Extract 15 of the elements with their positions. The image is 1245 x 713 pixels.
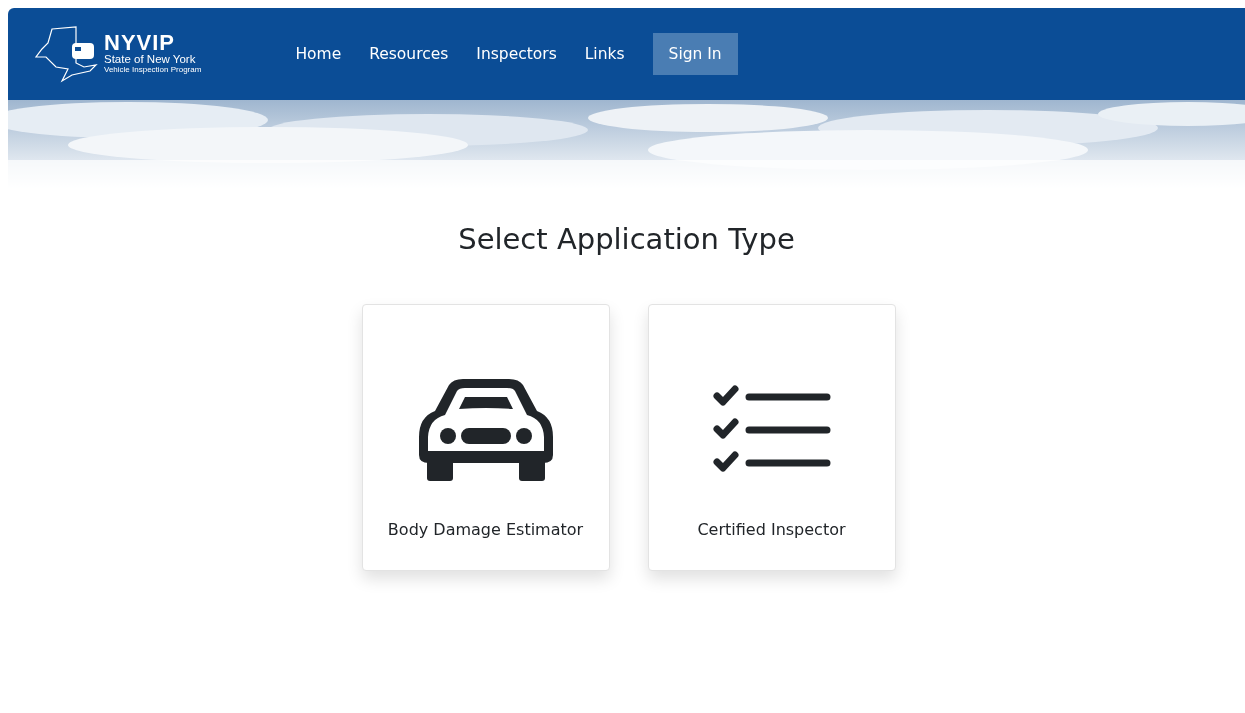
car-icon bbox=[418, 379, 553, 481]
nav-link[interactable]: Inspectors bbox=[462, 33, 571, 75]
logo-tagline: Vehicle Inspection Program bbox=[104, 65, 202, 75]
application-card[interactable]: Certified Inspector bbox=[647, 304, 896, 571]
sign-in-button[interactable]: Sign In bbox=[652, 33, 738, 75]
nav-link[interactable]: Home bbox=[281, 33, 356, 75]
application-card[interactable]: Body Damage Estimator bbox=[361, 304, 610, 571]
nav-link[interactable]: Resources bbox=[355, 33, 463, 75]
logo-title: NYVIP bbox=[104, 33, 177, 53]
page-heading: Select Application Type bbox=[458, 222, 795, 256]
checklist-icon bbox=[712, 385, 831, 475]
logo-subtitle: State of New York bbox=[104, 53, 197, 65]
nav-link[interactable]: Links bbox=[570, 33, 639, 75]
card-label: Body Damage Estimator bbox=[387, 519, 584, 540]
card-label: Certified Inspector bbox=[697, 519, 846, 540]
